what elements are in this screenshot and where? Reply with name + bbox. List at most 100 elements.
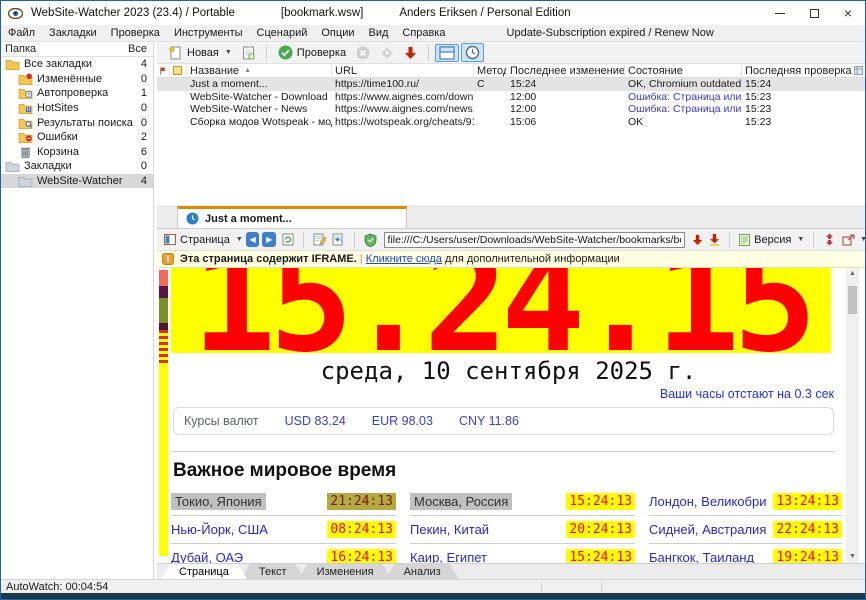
menu-check[interactable]: Проверка (104, 27, 167, 39)
sidebar-item-errors[interactable]: Ошибки 2 (1, 130, 153, 145)
city-time: 15:24:13 (566, 549, 635, 563)
scroll-down-icon[interactable]: ▼ (849, 551, 856, 563)
address-bar-input[interactable] (384, 232, 686, 248)
column-header-changed[interactable]: Последнее изменение (507, 64, 625, 77)
close-button[interactable]: × (831, 1, 865, 25)
bookmark-name: Сборка модов Wotspeak - модпа... (187, 116, 332, 128)
folder-search-icon (18, 117, 33, 129)
bookmark-row[interactable]: Сборка модов Wotspeak - модпа... https:/… (157, 116, 866, 129)
menu-script[interactable]: Сценарий (250, 27, 315, 39)
update-subscription-notice[interactable]: Update-Subscription expired / Renew Now (507, 27, 714, 39)
page-arrow-icon (332, 233, 345, 246)
version-button[interactable]: Версия ▼ (736, 233, 807, 247)
download-page-button[interactable] (692, 234, 703, 246)
column-header-status[interactable]: Состояние (625, 64, 742, 77)
download-all-button[interactable] (709, 233, 720, 246)
tab-text[interactable]: Текст (241, 564, 305, 579)
city-link[interactable]: Сидней, Австралия (649, 522, 766, 537)
flag-column-header[interactable] (157, 64, 170, 77)
toolbar-separator (428, 45, 429, 61)
back-button[interactable]: ◀ (246, 232, 260, 247)
currency-usd-link[interactable]: USD 83.24 (285, 414, 346, 428)
sidebar-item-count: 1 (141, 87, 147, 99)
sidebar-item-hotsites[interactable]: H HotSites 0 (1, 101, 153, 116)
menu-view[interactable]: Вид (361, 27, 395, 39)
city-link[interactable]: Дубай, ОАЭ (171, 550, 243, 563)
iframe-info-link[interactable]: Кликните сюда (366, 253, 442, 265)
currency-eur-link[interactable]: EUR 98.03 (372, 414, 433, 428)
browser-toolbar: Страница ▼ ◀ ▶ (157, 229, 866, 251)
autowatch-toggle[interactable] (461, 43, 484, 62)
tab-changes[interactable]: Изменения (299, 564, 392, 579)
sidebar-item-trash[interactable]: Корзина 6 (1, 145, 153, 160)
preview-tab[interactable]: Just a moment... (177, 206, 407, 228)
sidebar-item-label: Все закладки (24, 58, 92, 70)
minimize-button[interactable] (763, 1, 797, 25)
menu-tools[interactable]: Инструменты (167, 27, 250, 39)
red-down-arrow-icon (404, 46, 417, 60)
download-button[interactable] (399, 44, 422, 62)
world-time-title: Важное мировое время (173, 460, 846, 482)
sidebar-item-website-watcher[interactable]: WebSite-Watcher 4 (1, 174, 153, 189)
main-toolbar: Новая ▼ Проверка (157, 42, 866, 64)
edit-page-button[interactable] (313, 233, 326, 246)
page-scrollbar[interactable]: ▲ ▼ (846, 268, 859, 563)
currency-cny-link[interactable]: CNY 11.86 (459, 414, 519, 428)
column-header-checked[interactable]: Последняя проверка (742, 64, 866, 77)
city-time: 16:24:13 (327, 549, 396, 563)
bookmark-row[interactable]: Just a moment... https://time100.ru/ C 1… (157, 78, 866, 91)
open-copy-button[interactable] (332, 233, 345, 246)
sidebar-item-all-bookmarks[interactable]: Все закладки 4 (1, 57, 153, 72)
tab-analysis[interactable]: Анализ (386, 564, 459, 579)
sidebar-item-search-results[interactable]: Результаты поиска 0 (1, 115, 153, 130)
compare-versions-button[interactable] (823, 233, 836, 246)
maximize-button[interactable] (797, 1, 831, 25)
new-bookmark-button[interactable]: Новая ▼ (163, 44, 237, 62)
sidebar-item-changed[interactable]: Изменённые 0 (1, 72, 153, 87)
column-options-icon[interactable] (854, 66, 863, 75)
sidebar-item-bookmarks-root[interactable]: Закладки 0 (1, 159, 153, 174)
forward-button[interactable]: ▶ (262, 232, 276, 247)
city-link[interactable]: Лондон, Великобритания (649, 494, 767, 509)
page-plus-icon (242, 46, 255, 60)
new-from-clipboard-button[interactable] (237, 44, 260, 62)
city-link[interactable]: Бангкок, Таиланд (649, 550, 754, 563)
more-tools-chevron-icon[interactable]: ▼ (860, 236, 866, 243)
column-header-url[interactable]: URL (332, 64, 474, 77)
split-view-toggle[interactable] (435, 44, 459, 62)
security-shield-button[interactable] (364, 233, 377, 247)
city-link[interactable]: Каир, Египет (410, 550, 487, 563)
scroll-up-icon[interactable]: ▲ (849, 268, 856, 280)
section-divider (171, 451, 834, 452)
column-header-name[interactable]: Название ▲ (187, 64, 332, 77)
open-external-button[interactable] (842, 234, 855, 246)
main-pane: Новая ▼ Проверка (157, 42, 866, 579)
menu-help[interactable]: Справка (395, 27, 452, 39)
bookmark-url: https://www.aignes.com/downlo... (332, 91, 474, 103)
world-time-cell: Токио, Япония 21:24:13 (171, 488, 396, 516)
chevron-down-icon: ▼ (797, 236, 804, 243)
city-link[interactable]: Нью-Йорк, США (171, 522, 268, 537)
menu-options[interactable]: Опции (314, 27, 361, 39)
page-mode-label: Страница (180, 234, 230, 246)
folder-clock-icon (18, 87, 33, 99)
menu-bookmarks[interactable]: Закладки (42, 27, 104, 39)
sidebar-header: Папка Все (1, 42, 153, 57)
check-button[interactable]: Проверка (273, 43, 351, 62)
page-mode-button[interactable]: Страница ▼ (161, 233, 246, 247)
column-header-method[interactable]: Метод (474, 64, 507, 77)
menu-file[interactable]: Файл (1, 27, 42, 39)
stop-button[interactable] (351, 44, 375, 62)
city-name: Москва, Россия (410, 493, 512, 510)
scrollbar-thumb[interactable] (848, 286, 857, 314)
info-button[interactable] (375, 44, 399, 62)
tab-page[interactable]: Страница (161, 564, 247, 579)
sidebar-item-autocheck[interactable]: Автопроверка 1 (1, 86, 153, 101)
bookmark-row[interactable]: WebSite-Watcher - Download https://www.a… (157, 91, 866, 104)
note-column-header[interactable] (170, 64, 187, 77)
city-link[interactable]: Пекин, Китай (410, 522, 489, 537)
world-time-cell: Каир, Египет 15:24:13 (410, 544, 635, 563)
bookmark-row[interactable]: WebSite-Watcher - News https://www.aigne… (157, 103, 866, 116)
refresh-page-button[interactable] (282, 233, 294, 246)
title-bar: WebSite-Watcher 2023 (23.4) / Portable [… (1, 1, 865, 25)
